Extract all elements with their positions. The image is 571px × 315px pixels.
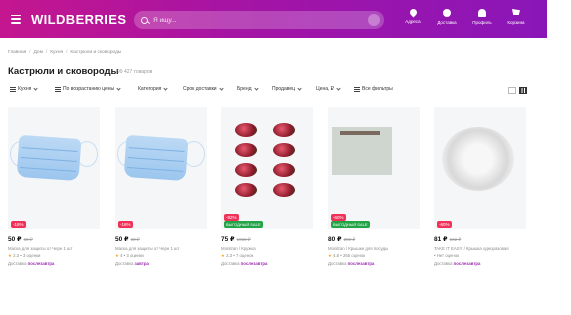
product-rating: ★ 4 • 3 оценки bbox=[115, 253, 144, 258]
nav-addresses[interactable]: Адреса bbox=[398, 7, 428, 24]
pattern-image bbox=[235, 123, 299, 197]
star-icon: ★ bbox=[115, 253, 119, 258]
product-name[interactable]: Маска для защиты от Черн 1 шт bbox=[115, 246, 223, 251]
breadcrumb-item[interactable]: Кухня bbox=[50, 50, 63, 55]
sort-dropdown[interactable]: По возрастанию цены bbox=[55, 85, 121, 92]
menu-icon[interactable] bbox=[11, 14, 21, 24]
chevron-down-icon bbox=[253, 85, 259, 91]
product-rating: ★ 2.3 • 3 оценки bbox=[8, 253, 41, 258]
search-icon bbox=[141, 16, 148, 24]
page-title: Кастрюли и сковороды bbox=[8, 66, 119, 77]
delivery-info: Доставка послезавтра bbox=[221, 261, 268, 266]
product-name[interactable]: TAKE IT EASY / Крышка одноразовая bbox=[434, 246, 542, 251]
list-view-icon[interactable] bbox=[508, 87, 516, 94]
product-image[interactable] bbox=[115, 107, 207, 229]
mask-image bbox=[123, 134, 189, 182]
old-price: 1060 ₽ bbox=[236, 237, 251, 242]
nav-delivery[interactable]: Доставка bbox=[432, 9, 462, 25]
mask-image bbox=[16, 134, 82, 182]
search-placeholder: Я ищу... bbox=[153, 16, 177, 24]
all-filters-button[interactable]: Все фильтры bbox=[354, 86, 393, 92]
filter-category[interactable]: Категория bbox=[138, 85, 168, 92]
product-image[interactable] bbox=[328, 107, 420, 229]
sale-badge: ВЫГОДНЫЙ SALE bbox=[331, 221, 370, 228]
filter-brand[interactable]: Бренд bbox=[237, 85, 259, 92]
product-rating: • Нет оценок bbox=[434, 253, 460, 258]
delivery-info: Доставка завтра bbox=[115, 261, 149, 266]
product-rating: ★ 4.8 • 265 оценок bbox=[328, 253, 366, 258]
header-bar: WILDBERRIES Я ищу... Адреса Доставка Про… bbox=[0, 0, 547, 38]
grid-view-icon[interactable] bbox=[519, 87, 527, 94]
product-rating: ★ 2.3 • 7 оценок bbox=[221, 253, 254, 258]
product-price: 75 ₽1060 ₽ bbox=[221, 236, 251, 243]
breadcrumb-item[interactable]: Кастрюли и сковороды bbox=[70, 50, 121, 55]
discount-badge: -16% bbox=[118, 221, 133, 228]
old-price: 60 ₽ bbox=[130, 237, 140, 242]
cart-icon bbox=[512, 9, 520, 15]
old-price: 162 ₽ bbox=[449, 237, 462, 242]
discount-badge: -60% bbox=[331, 214, 346, 221]
filter-kitchen[interactable]: Кухня bbox=[10, 85, 39, 92]
chevron-down-icon bbox=[336, 85, 341, 91]
product-name[interactable]: Monitran / Крышки для посуды bbox=[328, 246, 436, 251]
delivery-info: Доставка послезавтра bbox=[434, 261, 481, 266]
product-price: 50 ₽60 ₽ bbox=[8, 236, 33, 243]
product-price: 80 ₽200 ₽ bbox=[328, 236, 356, 243]
star-icon: ★ bbox=[221, 253, 225, 258]
chevron-down-icon bbox=[218, 85, 224, 91]
chevron-down-icon bbox=[297, 85, 302, 91]
sort-icon bbox=[55, 86, 61, 92]
breadcrumb: Главная / Дом / Кухня / Кастрюли и сковород… bbox=[8, 50, 122, 55]
nav-cart[interactable]: Корзина bbox=[501, 9, 531, 25]
chevron-down-icon bbox=[33, 85, 39, 91]
delivery-icon bbox=[443, 9, 451, 17]
discount-badge: -92% bbox=[224, 214, 239, 221]
filter-icon bbox=[10, 86, 16, 92]
product-image[interactable] bbox=[434, 107, 526, 229]
product-image[interactable] bbox=[8, 107, 100, 229]
user-icon bbox=[478, 9, 486, 17]
nav-profile[interactable]: Профиль bbox=[467, 9, 497, 25]
product-price: 81 ₽162 ₽ bbox=[434, 236, 462, 243]
plastic-lid-image bbox=[442, 127, 514, 191]
search-input[interactable]: Я ищу... bbox=[134, 11, 384, 29]
chevron-down-icon bbox=[116, 85, 121, 91]
discount-badge: -60% bbox=[437, 221, 452, 228]
delivery-info: Доставка послезавтра bbox=[328, 261, 375, 266]
logo[interactable]: WILDBERRIES bbox=[31, 12, 126, 27]
product-name[interactable]: Monitran / Кружка bbox=[221, 246, 329, 251]
camera-icon[interactable] bbox=[368, 14, 380, 26]
breadcrumb-item[interactable]: Дом bbox=[34, 50, 43, 55]
location-pin-icon bbox=[408, 7, 418, 18]
product-image[interactable] bbox=[221, 107, 313, 229]
sale-badge: ВЫГОДНЫЙ SALE bbox=[224, 221, 263, 228]
filter-seller[interactable]: Продавец bbox=[272, 85, 302, 92]
delivery-info: Доставка послезавтра bbox=[8, 261, 55, 266]
old-price: 200 ₽ bbox=[343, 237, 356, 242]
lids-image bbox=[332, 127, 392, 175]
discount-badge: -16% bbox=[11, 221, 26, 228]
product-count: 99 427 товаров bbox=[117, 69, 153, 75]
product-name[interactable]: Маска для защиты от Черн 1 шт bbox=[8, 246, 116, 251]
breadcrumb-item[interactable]: Главная bbox=[8, 50, 26, 55]
chevron-down-icon bbox=[163, 85, 168, 91]
old-price: 60 ₽ bbox=[23, 237, 33, 242]
product-price: 50 ₽60 ₽ bbox=[115, 236, 140, 243]
filters-icon bbox=[354, 86, 360, 92]
star-icon: ★ bbox=[8, 253, 12, 258]
star-icon: ★ bbox=[328, 253, 332, 258]
filter-delivery-time[interactable]: Срок доставки bbox=[183, 85, 224, 92]
filter-price[interactable]: Цена, ₽ bbox=[316, 85, 341, 92]
